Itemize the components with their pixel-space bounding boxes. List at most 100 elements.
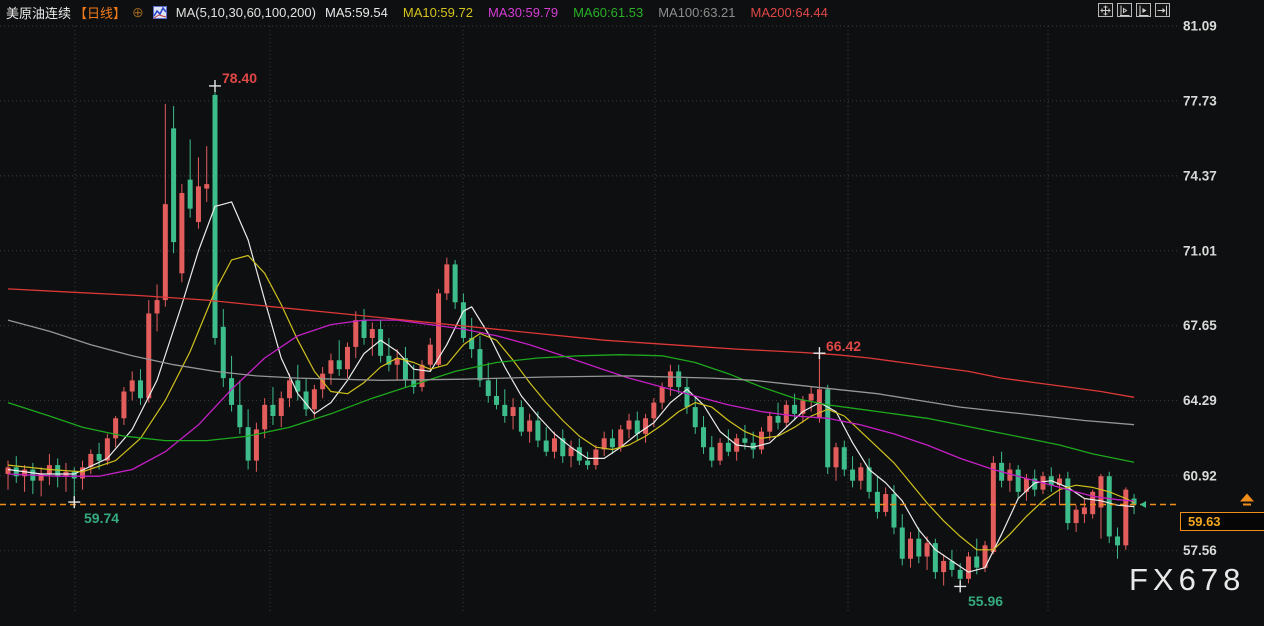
candle — [916, 538, 922, 557]
candle — [957, 569, 963, 579]
candle — [444, 264, 450, 294]
pan-tool-icon[interactable] — [1098, 3, 1113, 17]
ma-line-MA100 — [7, 319, 1135, 426]
go-to-latest-icon[interactable] — [1155, 3, 1170, 17]
candle — [609, 438, 615, 448]
ma-line-MA10 — [7, 254, 1135, 551]
add-indicator-icon[interactable]: ⊕ — [132, 5, 144, 19]
candle — [494, 395, 500, 405]
candle — [419, 364, 425, 388]
candle — [502, 404, 508, 417]
candle — [758, 431, 764, 450]
candle — [543, 440, 549, 452]
price-annotation: 66.42 — [826, 338, 861, 354]
candle — [924, 543, 930, 557]
candle — [808, 393, 814, 401]
candle — [129, 380, 135, 392]
candle — [643, 418, 649, 434]
y-axis-label: 60.92 — [1183, 468, 1217, 483]
candle — [585, 460, 591, 466]
candle — [974, 556, 980, 568]
y-axis-label: 77.73 — [1183, 93, 1217, 108]
y-axis-label: 57.56 — [1183, 543, 1217, 558]
current-price-label: 59.63 — [1180, 511, 1264, 531]
candle — [369, 329, 375, 338]
candle — [841, 447, 847, 470]
candle — [270, 404, 276, 417]
extreme-cross-marker — [209, 79, 221, 92]
candle — [792, 404, 798, 414]
candle — [692, 407, 698, 428]
candle — [990, 462, 996, 553]
chart-canvas[interactable]: 78.40 59.74 66.42 55.96 81.09 77.73 74.37 71.01… — [0, 0, 1264, 621]
ma-value: MA10:59.72 — [402, 4, 473, 20]
candle — [767, 416, 773, 432]
candle — [1065, 478, 1071, 524]
candle — [891, 494, 897, 528]
candle — [527, 420, 533, 432]
period-label: 【日线】 — [74, 5, 127, 21]
candle — [717, 442, 723, 461]
price-annotation: 55.96 — [968, 593, 1003, 609]
y-axis-label: 81.09 — [1183, 19, 1217, 34]
candle — [262, 404, 268, 430]
candle — [237, 404, 243, 428]
candle — [1073, 509, 1079, 524]
chart-toolbar — [1098, 3, 1170, 17]
candle — [1081, 507, 1087, 515]
candle — [634, 420, 640, 434]
candle — [353, 320, 359, 347]
playback-icon[interactable] — [1136, 3, 1151, 17]
candle — [518, 407, 524, 432]
candle — [146, 313, 152, 399]
ma-value: MA30:59.79 — [487, 4, 559, 20]
candle — [427, 344, 433, 365]
candle — [5, 467, 11, 475]
ma-value: MA200:64.44 — [750, 4, 828, 20]
candle — [667, 371, 673, 388]
candle — [245, 427, 251, 461]
candle — [941, 560, 947, 573]
price-annotation: 78.40 — [222, 70, 257, 86]
candle — [618, 429, 624, 448]
candle — [742, 438, 748, 443]
ma-line-MA200 — [7, 288, 1135, 398]
ma-line-MA30 — [7, 319, 1135, 502]
candle — [965, 556, 971, 579]
candle — [775, 416, 781, 423]
candle — [725, 442, 731, 452]
candle — [1115, 536, 1121, 546]
candle — [659, 387, 665, 403]
kline-chart-panel: 78.40 59.74 66.42 55.96 81.09 77.73 74.37 71.01… — [0, 0, 1264, 621]
candle — [535, 420, 541, 441]
candle — [899, 527, 905, 559]
candle — [510, 407, 516, 417]
candle — [162, 204, 168, 301]
candle — [833, 447, 839, 468]
candle — [1106, 476, 1112, 537]
candle — [883, 494, 889, 512]
candle — [336, 360, 342, 370]
candle — [171, 128, 177, 243]
candle — [195, 186, 201, 223]
line-chart-icon[interactable] — [152, 5, 167, 19]
ma-settings-label: MA(5,10,30,60,100,200) — [175, 4, 316, 20]
extreme-cross-marker — [813, 347, 826, 360]
candle — [328, 360, 334, 374]
ma-line-MA5 — [7, 201, 1135, 573]
candle — [311, 389, 317, 410]
candle — [137, 380, 143, 399]
candle — [361, 320, 367, 338]
candle — [220, 326, 226, 379]
price-annotation: 59.74 — [84, 510, 119, 526]
ma-value: MA100:63.21 — [658, 4, 736, 20]
scale-axis-icon[interactable] — [1117, 3, 1132, 17]
candle — [179, 193, 185, 274]
candle — [850, 469, 856, 481]
candle — [477, 349, 483, 381]
ma-value: MA5:59.54 — [324, 4, 388, 20]
price-up-arrow-icon — [1240, 493, 1254, 506]
latest-price-marker — [1140, 501, 1146, 509]
candle — [287, 380, 293, 399]
candle — [96, 453, 102, 461]
